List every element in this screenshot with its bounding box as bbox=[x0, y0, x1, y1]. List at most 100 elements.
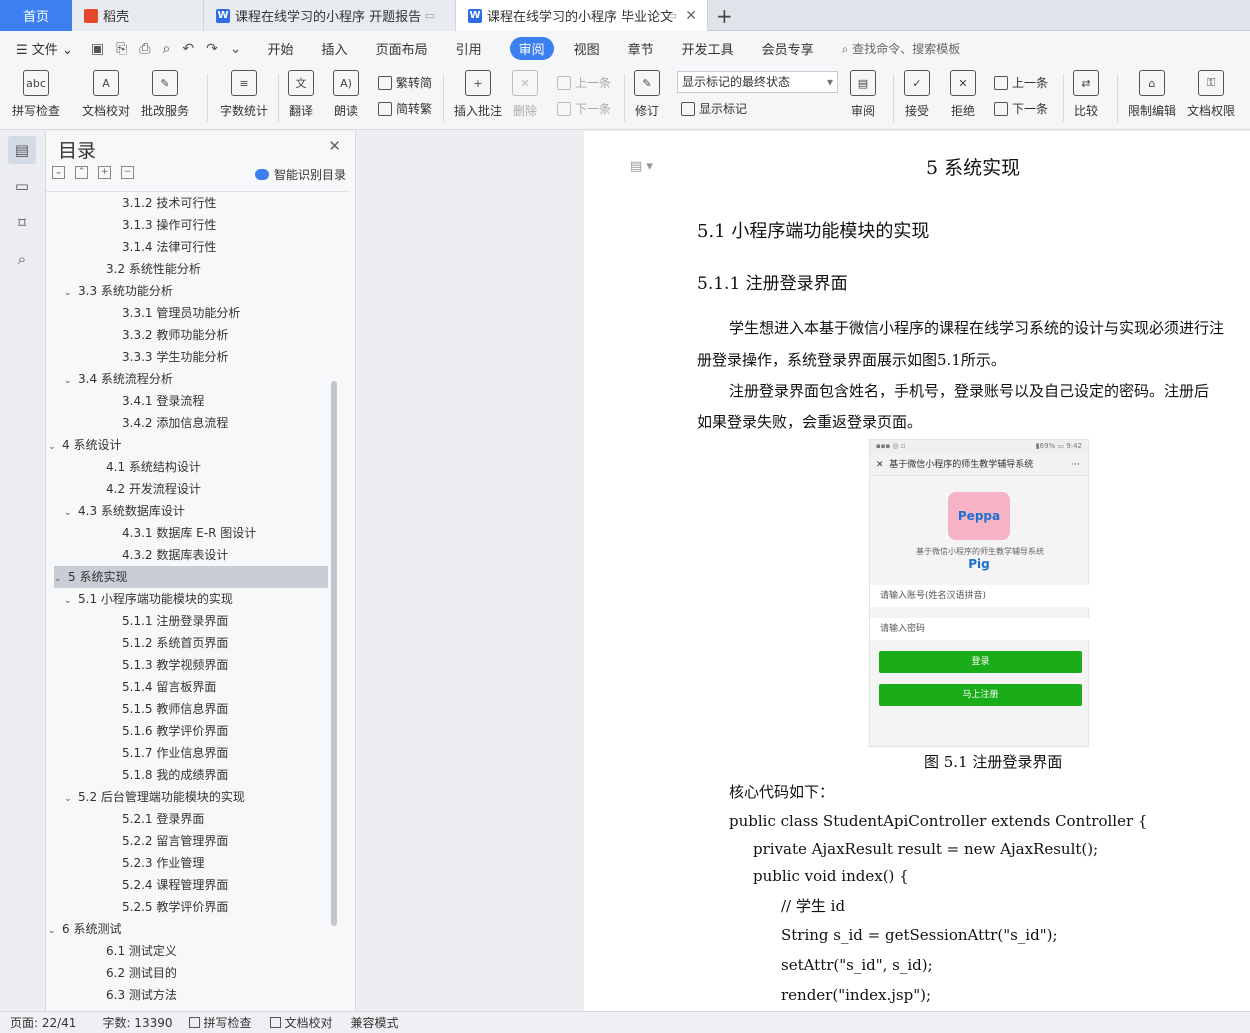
expand-all-icon[interactable]: ⌄ bbox=[52, 166, 65, 179]
print-icon[interactable]: ⎙ bbox=[139, 41, 150, 57]
next-comment-button[interactable]: 下一条 bbox=[557, 100, 611, 117]
delete-comment-button[interactable]: ✕ 删除 bbox=[512, 70, 538, 119]
track-changes-button[interactable]: ✎ 修订 bbox=[634, 70, 660, 119]
prev-comment-button[interactable]: 上一条 bbox=[557, 74, 611, 91]
file-menu[interactable]: ☰ 文件 ⌄ bbox=[16, 39, 73, 58]
toc-item[interactable]: ⌄ 4 系统设计 bbox=[48, 434, 121, 456]
add-tab-button[interactable]: + bbox=[716, 4, 733, 28]
toc-item[interactable]: 4.2 开发流程设计 bbox=[92, 478, 201, 500]
restrict-editing-button[interactable]: ⌂ 限制编辑 bbox=[1128, 70, 1176, 119]
export-icon[interactable]: ⎘ bbox=[116, 41, 127, 57]
compare-button[interactable]: ⇄ 比较 bbox=[1073, 70, 1099, 119]
toc-item[interactable]: ⌄ 3.4 系统流程分析 bbox=[64, 368, 173, 390]
tab-daoke[interactable]: 稻壳 bbox=[72, 0, 204, 31]
toc-item[interactable]: ⌄ 3.3 系统功能分析 bbox=[64, 280, 173, 302]
menu-start[interactable]: 开始 bbox=[268, 39, 294, 58]
trad-to-simp-button[interactable]: 繁转简 bbox=[378, 74, 432, 91]
toc-item[interactable]: 4.3.1 数据库 E-R 图设计 bbox=[108, 522, 256, 544]
toc-item[interactable]: 6.1 测试定义 bbox=[92, 940, 177, 962]
spell-check-button[interactable]: abc 拼写检查 bbox=[12, 70, 60, 119]
markup-mode-select[interactable]: 显示标记的最终状态 bbox=[677, 71, 838, 93]
collapse-all-icon[interactable]: ⌃ bbox=[75, 166, 88, 179]
word-count-button[interactable]: ≡ 字数统计 bbox=[220, 70, 268, 119]
toc-item[interactable]: 4.3.2 数据库表设计 bbox=[108, 544, 228, 566]
chapter-nav-icon[interactable]: ▭ bbox=[12, 176, 32, 196]
add-heading-icon[interactable]: + bbox=[98, 166, 111, 179]
page-indicator[interactable]: 页面: 22/41 bbox=[10, 1014, 76, 1031]
translate-button[interactable]: 文翻译 bbox=[288, 70, 314, 119]
toc-item[interactable]: 5.1.5 教师信息界面 bbox=[108, 698, 228, 720]
toc-item[interactable]: 5.2.4 课程管理界面 bbox=[108, 874, 228, 896]
doc-permission-button[interactable]: ⚿ 文档权限 bbox=[1187, 70, 1235, 119]
status-spell-check[interactable]: 拼写检查 bbox=[188, 1014, 252, 1031]
toc-scrollbar[interactable] bbox=[331, 381, 337, 926]
menu-references[interactable]: 引用 bbox=[456, 39, 482, 58]
toc-item[interactable]: 5.1.3 教学视频界面 bbox=[108, 654, 228, 676]
toc-item[interactable]: 3.4.1 登录流程 bbox=[108, 390, 204, 412]
toc-item[interactable]: 3.1.2 技术可行性 bbox=[108, 192, 216, 214]
annotate-service-button[interactable]: ✎ 批改服务 bbox=[141, 70, 189, 119]
chevron-down-icon[interactable]: ⌄ bbox=[64, 590, 78, 612]
menu-insert[interactable]: 插入 bbox=[322, 39, 348, 58]
doc-proof-button[interactable]: A 文档校对 bbox=[82, 70, 130, 119]
toc-item[interactable]: 5.1.8 我的成绩界面 bbox=[108, 764, 228, 786]
simp-to-trad-button[interactable]: 简转繁 bbox=[378, 100, 432, 117]
chevron-down-icon[interactable]: ⌄ bbox=[64, 370, 78, 392]
toc-item[interactable]: ⌄ 5 系统实现 bbox=[54, 566, 328, 588]
more-icon[interactable]: ⌄ bbox=[230, 41, 242, 57]
toc-item[interactable]: 5.1.2 系统首页界面 bbox=[108, 632, 228, 654]
chevron-down-icon[interactable]: ⌄ bbox=[48, 920, 62, 942]
chevron-down-icon[interactable]: ⌄ bbox=[48, 436, 62, 458]
toc-item[interactable]: 3.1.4 法律可行性 bbox=[108, 236, 216, 258]
document-page[interactable]: ▤ ▾ 5 系统实现 5.1 小程序端功能模块的实现 5.1.1 注册登录界面 … bbox=[584, 131, 1250, 1011]
redo-icon[interactable]: ↷ bbox=[206, 41, 218, 57]
page-options-icon[interactable]: ▤ ▾ bbox=[630, 159, 653, 174]
review-pane-button[interactable]: ▤ 审阅 bbox=[850, 70, 876, 119]
toc-item[interactable]: ⌄ 5.1 小程序端功能模块的实现 bbox=[64, 588, 233, 610]
next-change-button[interactable]: 下一条 bbox=[994, 100, 1048, 117]
toc-item[interactable]: 5.1.7 作业信息界面 bbox=[108, 742, 228, 764]
toc-item[interactable]: 6.3 测试方法 bbox=[92, 984, 177, 1006]
word-count[interactable]: 字数: 13390 bbox=[102, 1014, 172, 1031]
read-aloud-button[interactable]: A) 朗读 bbox=[333, 70, 359, 119]
toc-item[interactable]: 6.2 测试目的 bbox=[92, 962, 177, 984]
toc-item[interactable]: 5.1.1 注册登录界面 bbox=[108, 610, 228, 632]
toc-item[interactable]: 3.2 系统性能分析 bbox=[92, 258, 201, 280]
tab-doc-proposal[interactable]: W 课程在线学习的小程序 开题报告 ▭ bbox=[204, 0, 456, 31]
reject-button[interactable]: ✕ 拒绝 bbox=[950, 70, 976, 119]
toc-item[interactable]: 5.2.2 留言管理界面 bbox=[108, 830, 228, 852]
close-tab-icon[interactable]: ✕ bbox=[685, 8, 697, 24]
save-icon[interactable]: ▣ bbox=[91, 41, 104, 57]
show-markup-button[interactable]: 显示标记 bbox=[681, 100, 747, 117]
toc-item[interactable]: 3.3.3 学生功能分析 bbox=[108, 346, 228, 368]
toc-item[interactable]: 5.2.5 教学评价界面 bbox=[108, 896, 228, 918]
toc-item[interactable]: 5.1.6 教学评价界面 bbox=[108, 720, 228, 742]
undo-icon[interactable]: ↶ bbox=[182, 41, 194, 57]
insert-comment-button[interactable]: + 插入批注 bbox=[454, 70, 502, 119]
toc-item[interactable]: 3.4.2 添加信息流程 bbox=[108, 412, 228, 434]
prev-change-button[interactable]: 上一条 bbox=[994, 74, 1048, 91]
toc-item[interactable]: 5.2.1 登录界面 bbox=[108, 808, 204, 830]
accept-button[interactable]: ✓ 接受 bbox=[904, 70, 930, 119]
remove-heading-icon[interactable]: − bbox=[121, 166, 134, 179]
menu-review[interactable]: 审阅 bbox=[509, 37, 554, 60]
status-doc-proof[interactable]: 文档校对 bbox=[269, 1014, 333, 1031]
toc-item[interactable]: 5.1.4 留言板界面 bbox=[108, 676, 216, 698]
close-icon[interactable]: ✕ bbox=[328, 137, 341, 155]
menu-developer[interactable]: 开发工具 bbox=[682, 39, 734, 58]
toc-item[interactable]: 5.2.3 作业管理 bbox=[108, 852, 204, 874]
tab-doc-thesis[interactable]: W 课程在线学习的小程序 毕业论文 ▭ ✕ bbox=[456, 0, 708, 31]
toc-nav-icon[interactable]: ▤ bbox=[8, 136, 36, 164]
menu-view[interactable]: 视图 bbox=[574, 39, 600, 58]
chevron-down-icon[interactable]: ⌄ bbox=[54, 568, 68, 590]
toc-item[interactable]: 3.3.1 管理员功能分析 bbox=[108, 302, 240, 324]
bookmark-icon[interactable]: ⌑ bbox=[12, 213, 32, 233]
search-icon[interactable]: ⌕ bbox=[12, 249, 32, 269]
smart-toc-button[interactable]: 智能识别目录 bbox=[254, 166, 346, 183]
toc-item[interactable]: 3.1.3 操作可行性 bbox=[108, 214, 216, 236]
menu-member[interactable]: 会员专享 bbox=[762, 39, 814, 58]
toc-item[interactable]: ⌄ 6 系统测试 bbox=[48, 918, 121, 940]
menu-chapter[interactable]: 章节 bbox=[628, 39, 654, 58]
chevron-down-icon[interactable]: ⌄ bbox=[64, 788, 78, 810]
chevron-down-icon[interactable]: ⌄ bbox=[64, 502, 78, 524]
